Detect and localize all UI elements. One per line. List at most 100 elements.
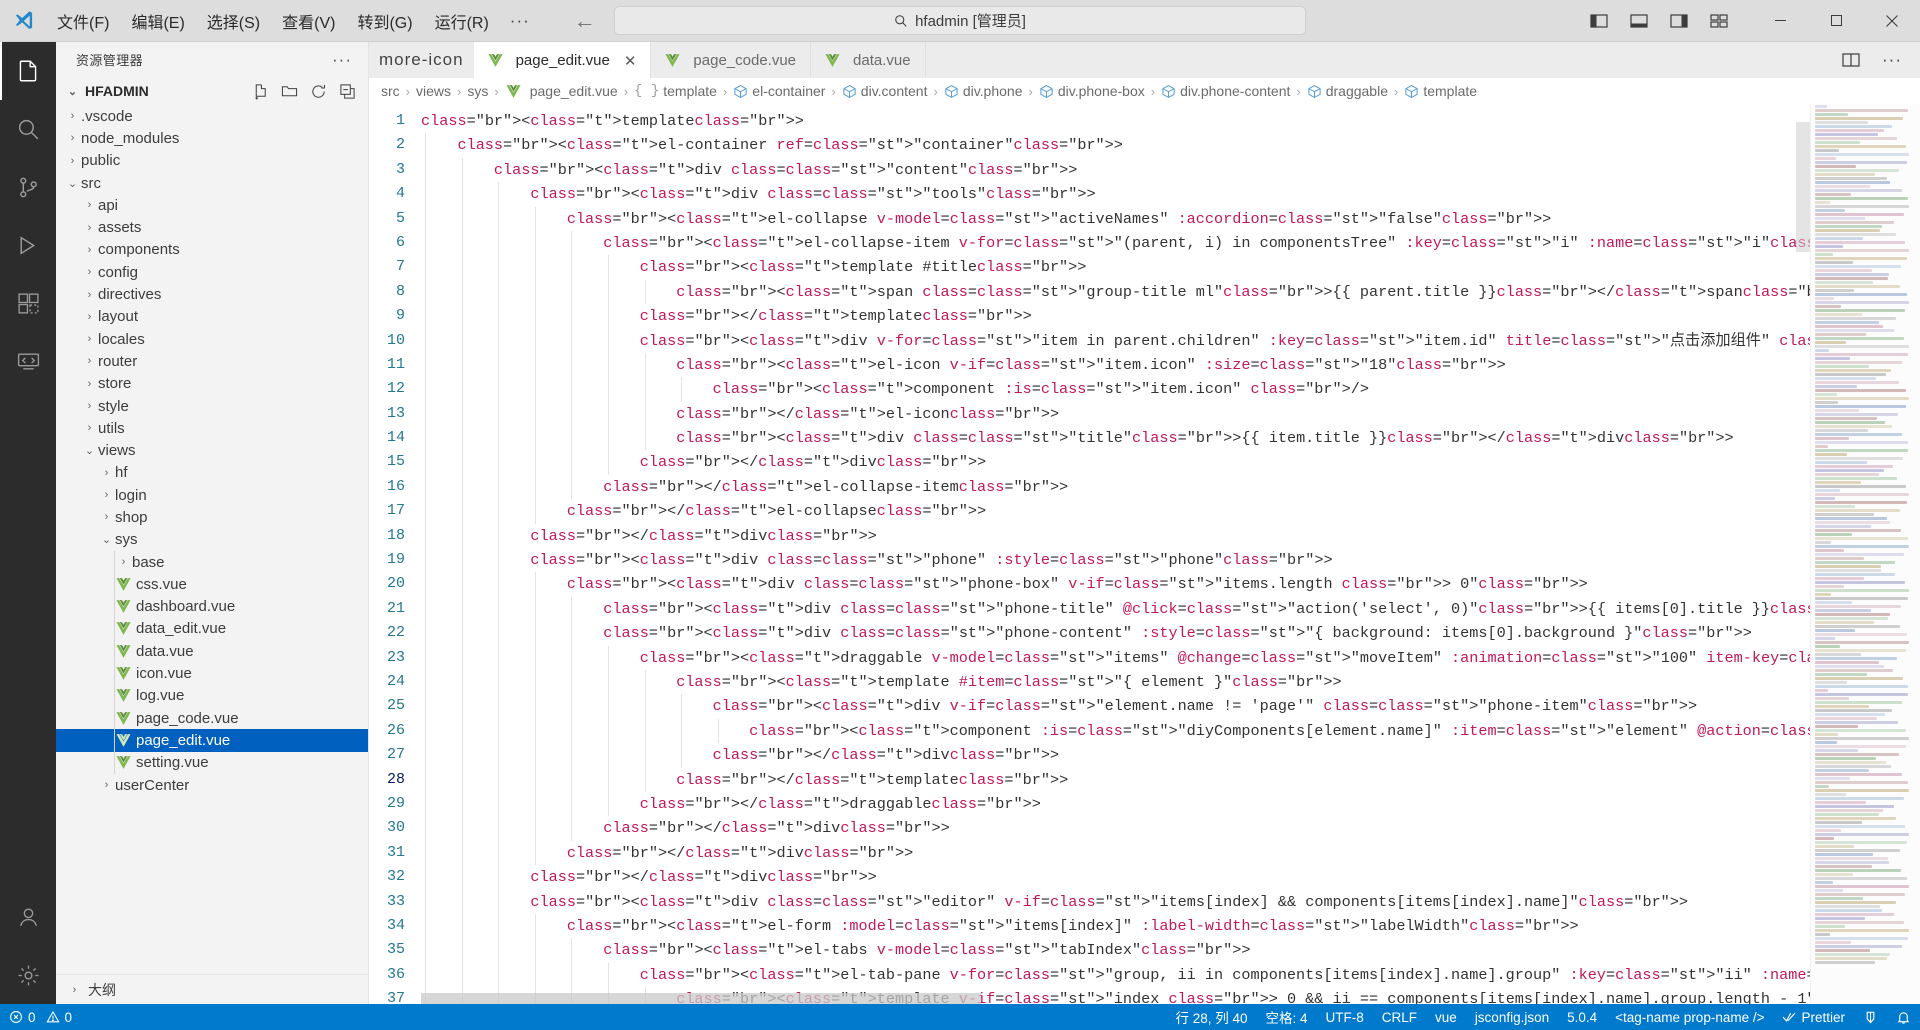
tree-folder-layout[interactable]: › layout xyxy=(56,306,368,328)
code-line[interactable]: class="br"><class="t">component :is=clas… xyxy=(421,718,1920,744)
code-line[interactable]: class="br"><class="t">el-collapse v-mode… xyxy=(421,206,1920,231)
tree-file-data-vue[interactable]: data.vue xyxy=(56,640,368,663)
tab-page-code-vue[interactable]: page_code.vue xyxy=(651,42,812,78)
tab-page-edit-vue[interactable]: page_edit.vue ✕ xyxy=(473,42,652,78)
window-maximize-button[interactable] xyxy=(1808,0,1864,42)
back-icon[interactable]: ← xyxy=(574,8,596,34)
tree-folder-src[interactable]: ⌄ src xyxy=(56,172,368,194)
breadcrumb-item-template[interactable]: { } template xyxy=(634,83,717,99)
new-folder-icon[interactable] xyxy=(281,83,298,100)
workspace-root-row[interactable]: ⌄ HFADMIN xyxy=(56,77,368,105)
tree-folder-router[interactable]: › router xyxy=(56,350,368,372)
code-line[interactable]: class="br"><class="t">template #titlecla… xyxy=(421,255,1920,280)
code-line[interactable]: class="br"><class="t">div class=class="s… xyxy=(421,548,1920,573)
breadcrumb-item-div-phone[interactable]: div.phone xyxy=(944,83,1023,99)
code-line[interactable]: class="br"></class="t">el-collapse-itemc… xyxy=(421,474,1920,500)
tree-file-icon-vue[interactable]: icon.vue xyxy=(56,662,368,685)
tree-file-setting-vue[interactable]: setting.vue xyxy=(56,751,368,774)
code-line[interactable]: class="br"></class="t">el-iconclass="br"… xyxy=(421,401,1920,427)
code-line[interactable]: class="br"><class="t">div class=class="s… xyxy=(421,572,1920,597)
collapse-all-icon[interactable] xyxy=(339,83,356,100)
breadcrumb-item-sys[interactable]: sys xyxy=(467,83,488,99)
tree-folder-style[interactable]: › style xyxy=(56,395,368,417)
code-line[interactable]: class="br"></class="t">divclass="br">> xyxy=(421,816,1920,841)
code-line[interactable]: class="br"><class="t">div class=class="s… xyxy=(421,182,1920,207)
code-line[interactable]: class="br"></class="t">draggableclass="b… xyxy=(421,791,1920,817)
tree-file-page-code-vue[interactable]: page_code.vue xyxy=(56,707,368,730)
refresh-icon[interactable] xyxy=(310,83,327,100)
code-line[interactable]: class="br"></class="t">templateclass="br… xyxy=(421,767,1920,795)
menu-run[interactable]: 运行(R) xyxy=(424,5,500,37)
status-eol[interactable]: CRLF xyxy=(1373,1004,1426,1030)
tree-folder-node-modules[interactable]: › node_modules xyxy=(56,127,368,149)
horizontal-scrollbar[interactable] xyxy=(421,993,981,1004)
code-line[interactable]: class="br"></class="t">divclass="br">> xyxy=(421,840,1920,866)
toggle-panel-icon[interactable] xyxy=(1630,13,1648,29)
breadcrumb-item-div-content[interactable]: div.content xyxy=(842,83,927,99)
breadcrumb-item-div-phone-box[interactable]: div.phone-box xyxy=(1039,83,1145,99)
code-line[interactable]: class="br"><class="t">div class=class="s… xyxy=(421,596,1920,622)
window-minimize-button[interactable] xyxy=(1752,0,1808,42)
code-line[interactable]: class="br"><class="t">el-collapse-item v… xyxy=(421,230,1920,256)
status-problems[interactable]: 0 0 xyxy=(0,1004,81,1030)
menu-view[interactable]: 查看(V) xyxy=(271,5,346,37)
tree-folder-views[interactable]: ⌄ views xyxy=(56,439,368,461)
tree-folder-assets[interactable]: › assets xyxy=(56,216,368,238)
code-line[interactable]: class="br"><class="t">component :is=clas… xyxy=(421,377,1920,402)
activity-extensions-icon[interactable] xyxy=(0,274,56,332)
breadcrumb-item-page_edit-vue[interactable]: page_edit.vue xyxy=(505,83,618,100)
tree-folder-directives[interactable]: › directives xyxy=(56,283,368,305)
code-line[interactable]: class="br"><class="t">template #item=cla… xyxy=(421,669,1920,695)
menu-file[interactable]: 文件(F) xyxy=(46,5,120,37)
code-line[interactable]: class="br"><class="t">div v-if=class="st… xyxy=(421,694,1920,719)
split-editor-icon[interactable] xyxy=(1842,52,1860,68)
code-line[interactable]: class="br"><class="t">div class=class="s… xyxy=(421,621,1920,646)
status-prettier[interactable]: Prettier xyxy=(1773,1004,1854,1030)
tab-data-vue[interactable]: data.vue xyxy=(811,42,926,78)
tree-folder-hf[interactable]: › hf xyxy=(56,462,368,484)
toggle-secondary-sidebar-icon[interactable] xyxy=(1670,13,1688,29)
minimap[interactable] xyxy=(1810,104,1920,1004)
activity-explorer-icon[interactable] xyxy=(0,42,56,100)
code-line[interactable]: class="br"><class="t">el-container ref=c… xyxy=(421,133,1920,158)
tree-folder--vscode[interactable]: › .vscode xyxy=(56,105,368,127)
window-close-button[interactable] xyxy=(1864,0,1920,42)
code-line[interactable]: class="br"><class="t">span class=class="… xyxy=(421,279,1920,305)
tree-file-page-edit-vue[interactable]: page_edit.vue xyxy=(56,729,368,752)
tree-folder-shop[interactable]: › shop xyxy=(56,506,368,528)
new-file-icon[interactable] xyxy=(252,83,269,100)
menu-more-icon[interactable]: ··· xyxy=(500,7,540,35)
editor-more-actions-icon[interactable]: ··· xyxy=(1882,50,1902,70)
activity-accounts-icon[interactable] xyxy=(0,888,56,946)
code-line[interactable]: class="br"><class="t">draggable v-model=… xyxy=(421,645,1920,670)
status-version[interactable]: 5.0.4 xyxy=(1558,1004,1606,1030)
tree-file-dashboard-vue[interactable]: dashboard.vue xyxy=(56,595,368,618)
tree-folder-public[interactable]: › public xyxy=(56,150,368,172)
tree-folder-api[interactable]: › api xyxy=(56,194,368,216)
tree-folder-utils[interactable]: › utils xyxy=(56,417,368,439)
tree-folder-usercenter[interactable]: › userCenter xyxy=(56,774,368,796)
code-line[interactable]: class="br"><class="t">div class=class="s… xyxy=(421,157,1920,183)
tree-file-css-vue[interactable]: css.vue xyxy=(56,573,368,596)
activity-run-debug-icon[interactable] xyxy=(0,216,56,274)
menu-selection[interactable]: 选择(S) xyxy=(196,5,271,37)
code-line[interactable]: class="br"><class="t">div class=class="s… xyxy=(421,426,1920,451)
toggle-primary-sidebar-icon[interactable] xyxy=(1590,13,1608,29)
tree-folder-login[interactable]: › login xyxy=(56,484,368,506)
code-line[interactable]: class="br"></class="t">divclass="br">> xyxy=(421,743,1920,768)
vertical-scrollbar[interactable] xyxy=(1796,104,1810,1004)
breadcrumb-item-div-phone-content[interactable]: div.phone-content xyxy=(1161,83,1290,99)
activity-settings-gear-icon[interactable] xyxy=(0,946,56,1004)
code-line[interactable]: class="br"><class="t">templateclass="br"… xyxy=(421,109,1920,133)
breadcrumb-item-draggable[interactable]: draggable xyxy=(1307,83,1388,99)
tree-folder-config[interactable]: › config xyxy=(56,261,368,283)
code-editor[interactable]: 1 2 3 4 5 6 7 8 9 10 11 12 13 14 15 16 17 18 19 20 21 22 23 24 2… xyxy=(369,104,1920,1004)
status-tag-prop[interactable]: <tag-name prop-name /> xyxy=(1606,1004,1773,1030)
tree-file-log-vue[interactable]: log.vue xyxy=(56,684,368,708)
status-encoding[interactable]: UTF-8 xyxy=(1317,1004,1373,1030)
code-line[interactable]: class="br"></class="t">el-collapseclass=… xyxy=(421,499,1920,524)
code-line[interactable]: class="br"><class="t">el-tabs v-model=cl… xyxy=(421,938,1920,963)
scrollbar-thumb[interactable] xyxy=(1796,122,1810,252)
code-line[interactable]: class="br"><class="t">el-form :model=cla… xyxy=(421,913,1920,939)
breadcrumb-item-src[interactable]: src xyxy=(381,83,400,99)
